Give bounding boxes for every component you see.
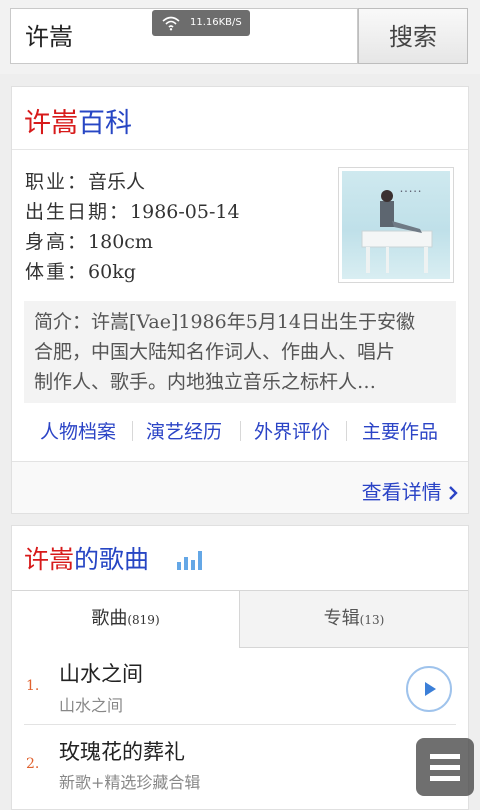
info-occupation: 职业：音乐人 [25, 171, 146, 193]
song-album: 山水之间 [59, 696, 124, 715]
floating-menu-button[interactable] [416, 738, 474, 796]
link-reviews[interactable]: 外界评价 [254, 417, 330, 444]
svg-text:• • • • •: • • • • • [400, 189, 421, 195]
tab-albums[interactable]: 专辑(13) [240, 590, 468, 648]
network-speed-indicator: 11.16KB/S [152, 10, 250, 36]
songs-card: 许嵩的歌曲 歌曲(819) 专辑(13) 1. 山水之间 山水之间 2. 玫瑰花… [11, 525, 469, 810]
bars-chart-icon [177, 551, 202, 570]
divider [24, 724, 456, 725]
song-title[interactable]: 玫瑰花的葬礼 [59, 736, 185, 766]
menu-icon [430, 754, 460, 781]
intro-text[interactable]: 简介：许嵩[Vae]1986年5月14日出生于安徽 合肥，中国大陆知名作词人、作… [24, 301, 456, 403]
song-number: 2. [26, 756, 40, 772]
info-birthday: 出生日期：1986-05-14 [25, 201, 240, 223]
divider [12, 149, 468, 150]
wifi-icon [162, 16, 180, 31]
view-details-row[interactable]: 查看详情 [12, 462, 468, 513]
song-album: 新歌+精选珍藏合辑 [59, 773, 201, 792]
song-title[interactable]: 山水之间 [59, 658, 143, 688]
songs-title: 许嵩的歌曲 [24, 545, 150, 574]
song-tabs: 歌曲(819) 专辑(13) [12, 590, 468, 648]
play-button[interactable] [406, 666, 452, 712]
link-works[interactable]: 主要作品 [362, 417, 438, 444]
view-details-link[interactable]: 查看详情 [362, 476, 458, 505]
artist-photo[interactable]: • • • • • [338, 167, 454, 283]
speed-text: 11.16KB/S [190, 17, 242, 28]
song-number: 1. [26, 678, 40, 694]
tab-songs[interactable]: 歌曲(819) [12, 590, 240, 648]
baike-title: 许嵩百科 [24, 108, 132, 139]
info-height: 身高：180cm [25, 231, 153, 253]
link-separator [240, 421, 241, 441]
link-career[interactable]: 演艺经历 [146, 417, 222, 444]
play-icon [425, 682, 436, 696]
search-button[interactable]: 搜索 [358, 8, 468, 64]
chevron-right-icon [449, 486, 458, 500]
info-weight: 体重：60kg [25, 261, 136, 283]
baike-card: 许嵩百科 职业：音乐人 出生日期：1986-05-14 身高：180cm 体重：… [11, 86, 469, 514]
link-separator [132, 421, 133, 441]
link-profile[interactable]: 人物档案 [40, 417, 116, 444]
baike-links: 人物档案 演艺经历 外界评价 主要作品 [12, 409, 468, 449]
link-separator [346, 421, 347, 441]
